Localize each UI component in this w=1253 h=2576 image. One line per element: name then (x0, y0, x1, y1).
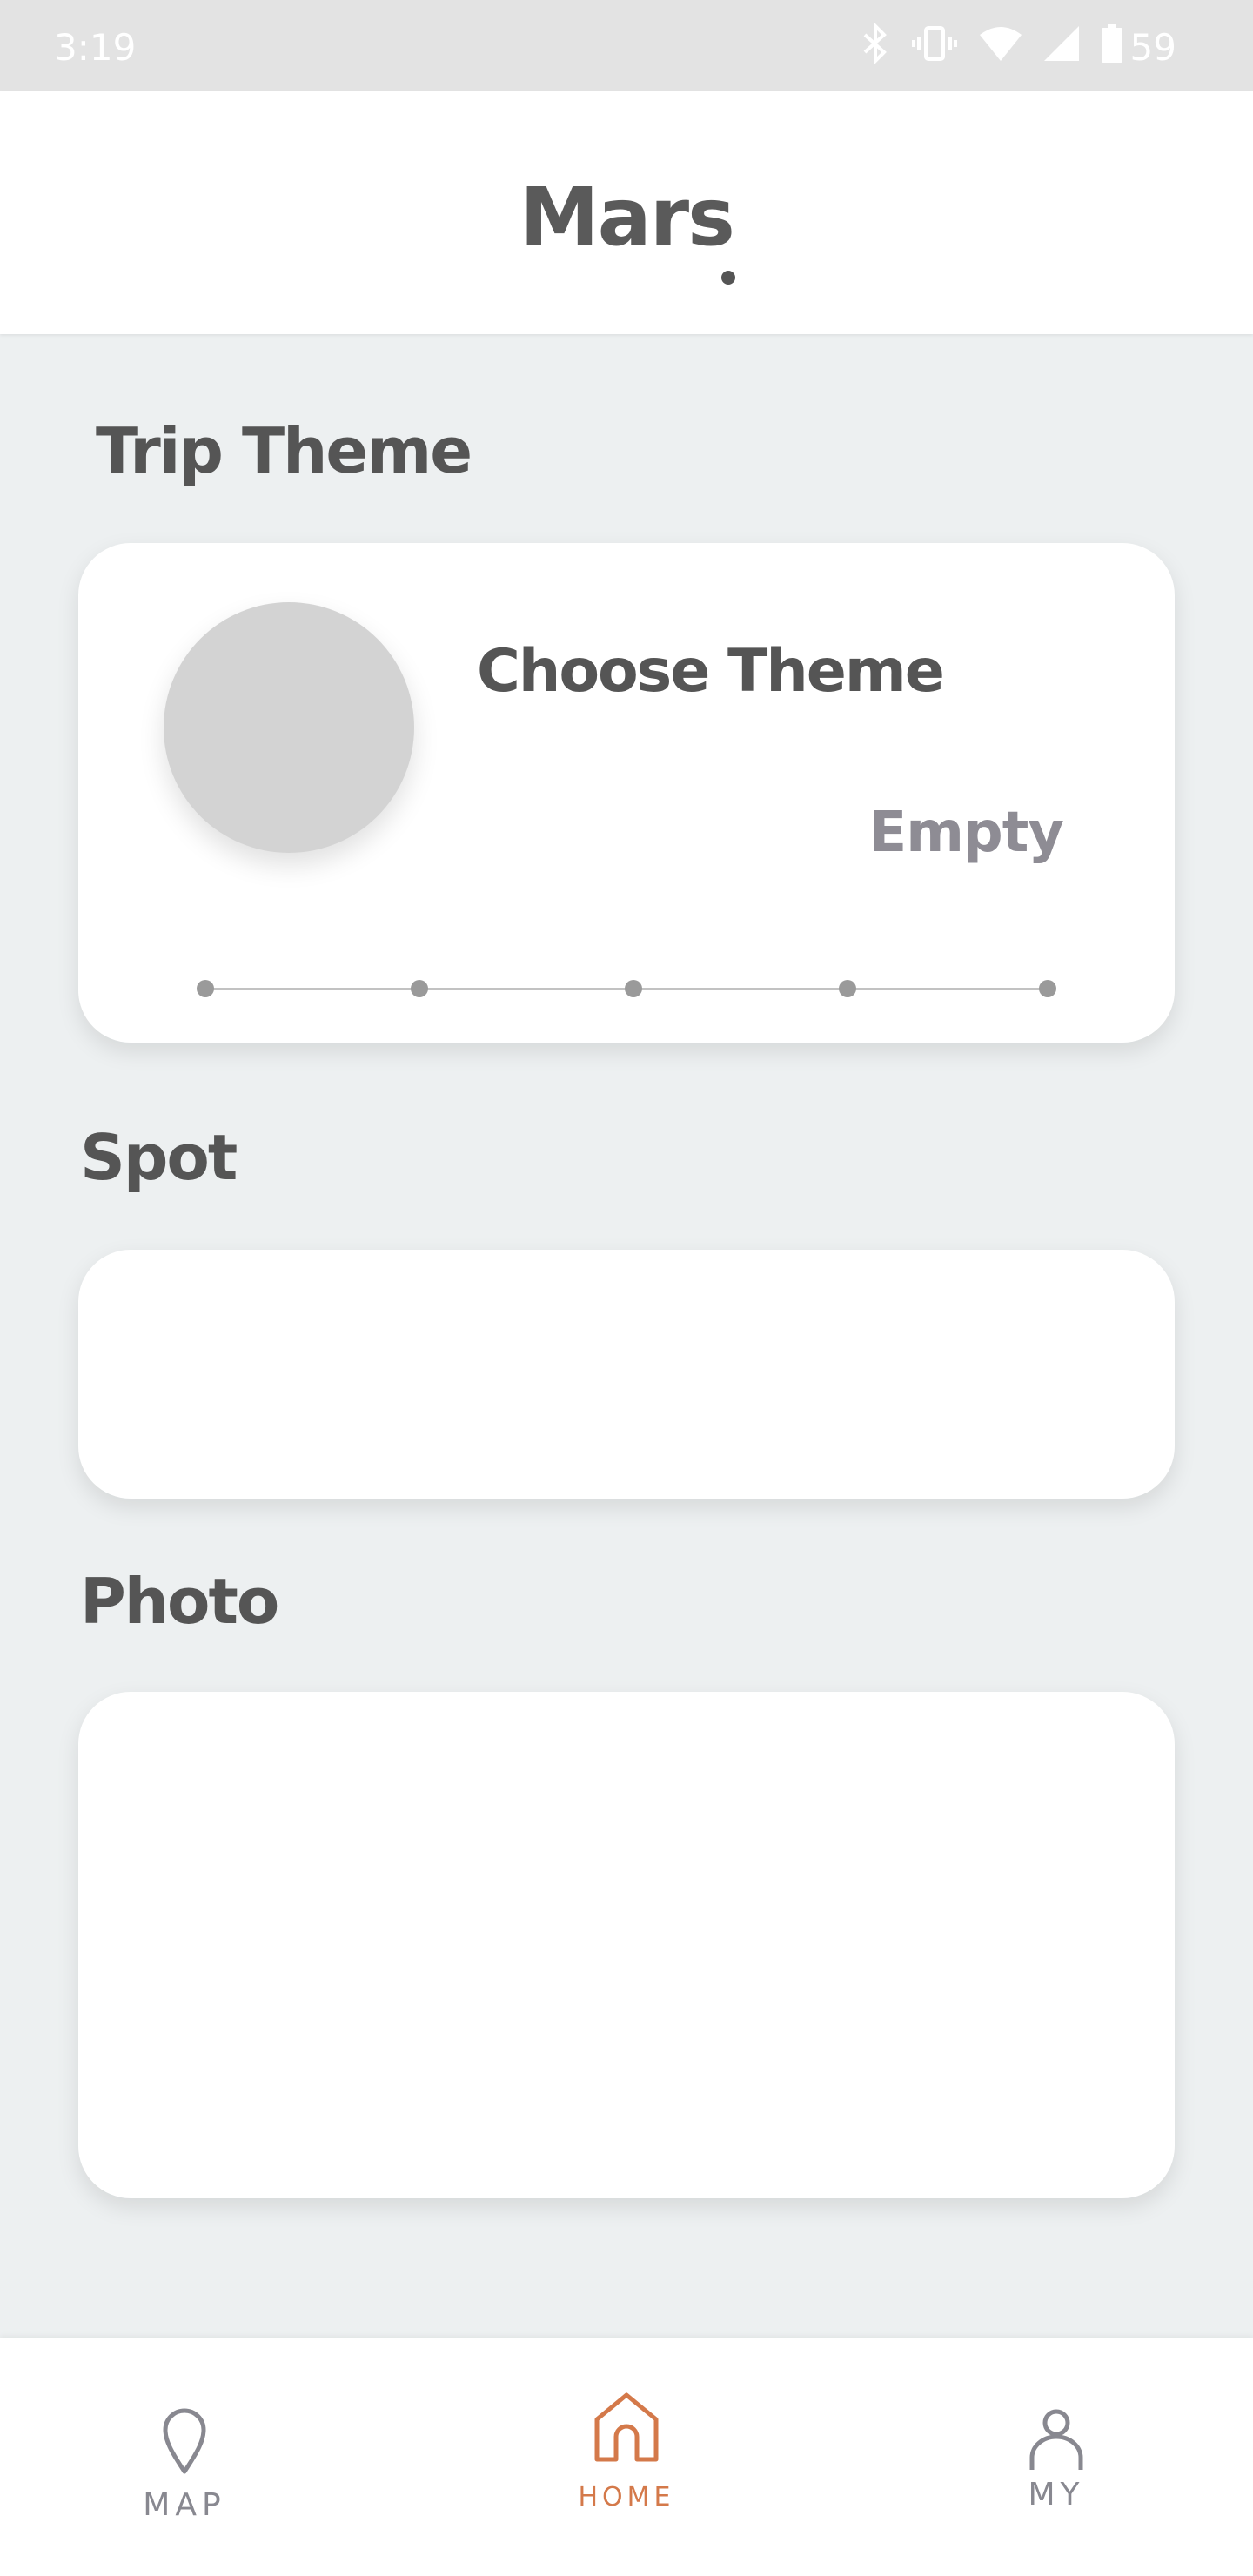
status-icons (861, 22, 1122, 73)
vibrate-icon (912, 23, 957, 73)
trip-theme-heading: Trip Theme (96, 414, 472, 487)
stepper-dot (1039, 980, 1056, 997)
theme-status: Empty (868, 801, 1064, 865)
home-icon (594, 2392, 659, 2462)
trip-theme-card[interactable]: Choose Theme Empty (78, 543, 1175, 1043)
bottom-nav: MAP HOME MY (0, 2338, 1253, 2576)
photo-card[interactable] (78, 1692, 1175, 2198)
nav-item-map[interactable]: MAP (54, 2338, 315, 2576)
title-dot (721, 271, 735, 285)
stepper-dot (839, 980, 856, 997)
nav-label-home: HOME (578, 2482, 675, 2512)
spot-heading: Spot (80, 1121, 238, 1194)
theme-stepper (197, 980, 1056, 997)
stepper-dot (197, 980, 214, 997)
spot-card[interactable] (78, 1250, 1175, 1499)
theme-avatar[interactable] (164, 602, 414, 853)
page-title: Mars (519, 171, 735, 264)
photo-heading: Photo (80, 1565, 279, 1638)
person-icon (1029, 2409, 1083, 2470)
nav-item-home[interactable]: HOME (496, 2338, 757, 2576)
app-bar: Mars (0, 91, 1253, 334)
bluetooth-icon (861, 22, 889, 73)
battery-level: 59 (1129, 26, 1176, 69)
signal-icon (1044, 26, 1079, 70)
nav-item-my[interactable]: MY (926, 2338, 1187, 2576)
map-pin-icon (163, 2408, 206, 2474)
nav-label-my: MY (1028, 2477, 1085, 2512)
status-time: 3:19 (54, 26, 137, 69)
status-bar: 3:19 59 (0, 0, 1253, 91)
nav-label-map: MAP (143, 2487, 226, 2523)
stepper-dot (411, 980, 428, 997)
stepper-dot (625, 980, 642, 997)
choose-theme-title[interactable]: Choose Theme (477, 637, 945, 706)
battery-icon (1102, 24, 1122, 71)
wifi-icon (980, 26, 1022, 70)
